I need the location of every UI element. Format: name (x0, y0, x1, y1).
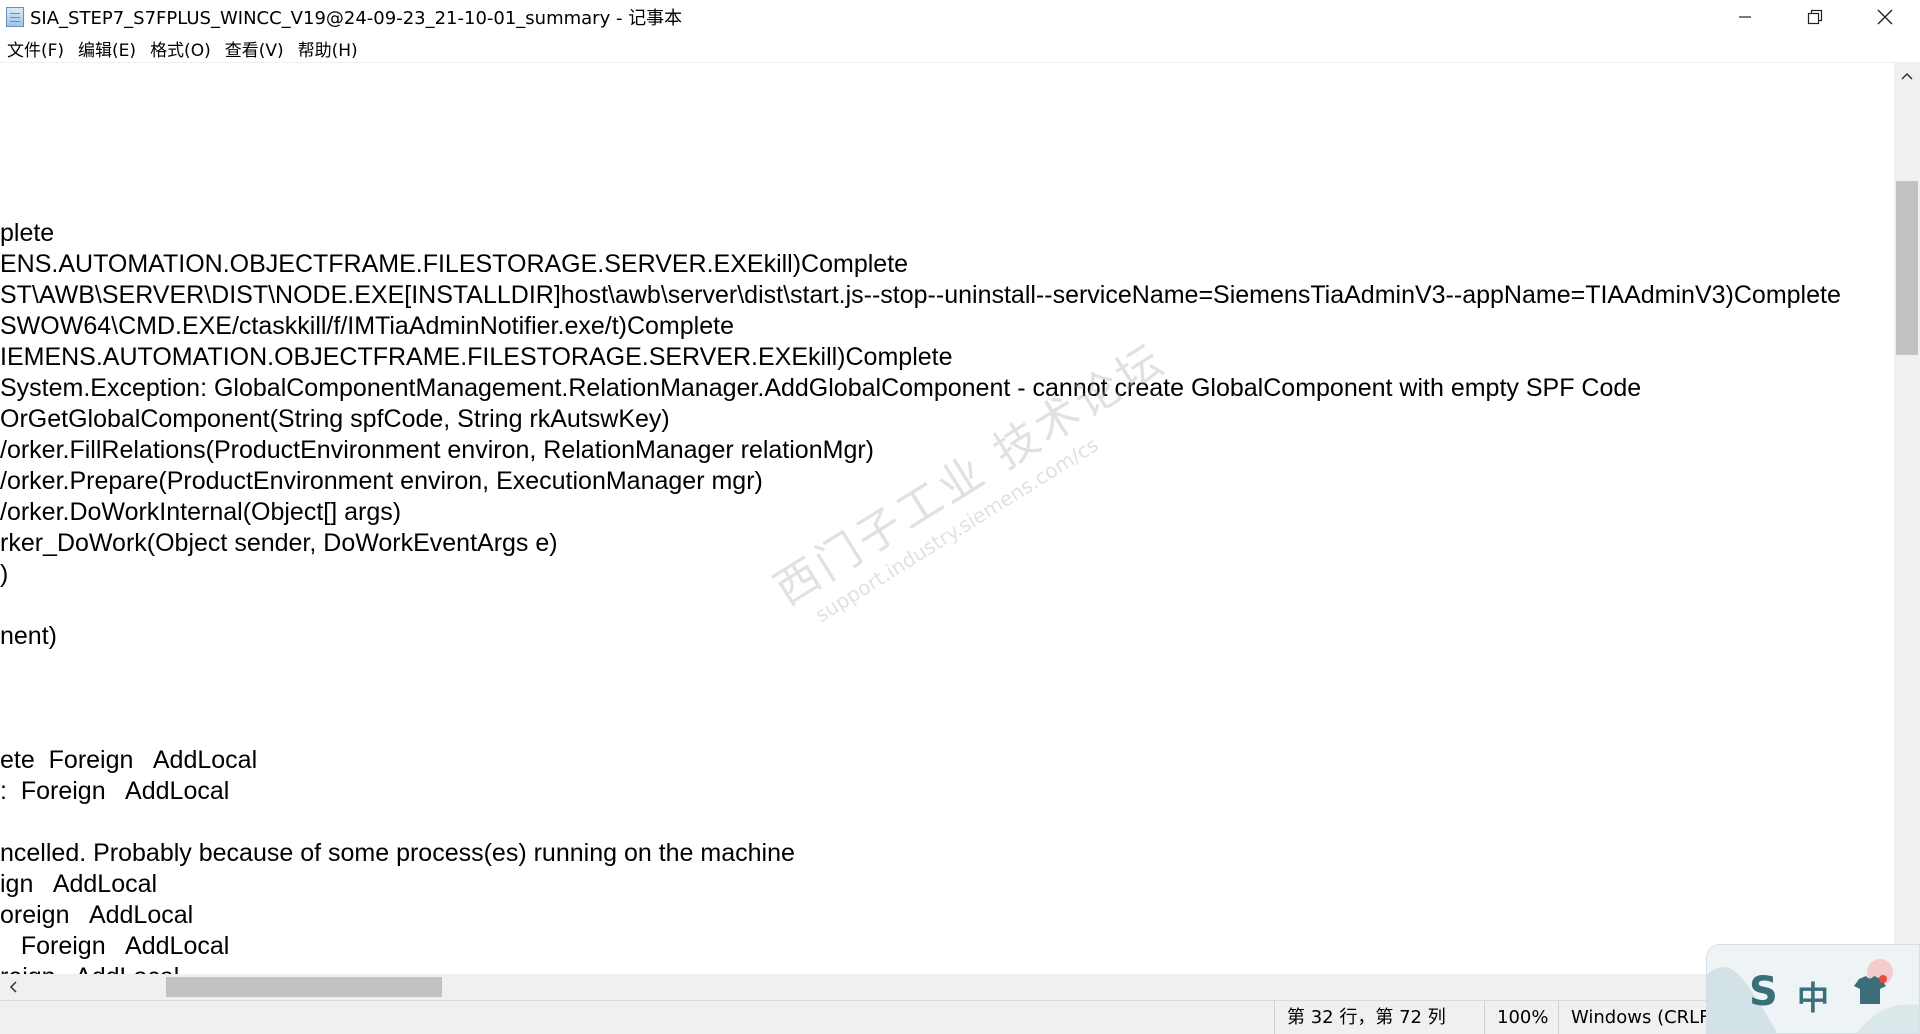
close-button[interactable] (1850, 0, 1920, 34)
text-line: ncelled. Probably because of some proces… (0, 839, 795, 867)
scroll-left-button[interactable] (0, 974, 26, 1000)
text-line: /orker.DoWorkInternal(Object[] args) (0, 498, 402, 526)
line-ending: Windows (CRLF) (1558, 1001, 1721, 1034)
text-line: ) (0, 560, 9, 588)
status-bar: 第 32 行，第 72 列 100% Windows (CRLF) (0, 1000, 1920, 1034)
chevron-left-icon (9, 981, 17, 993)
skin-icon[interactable] (1853, 975, 1887, 1005)
chevron-up-icon (1901, 72, 1913, 80)
text-line (0, 652, 1894, 683)
menu-file[interactable]: 文件(F) (0, 36, 71, 61)
text-line: Foreign AddLocal (0, 932, 230, 960)
menu-edit[interactable]: 编辑(E) (71, 36, 143, 61)
scroll-up-button[interactable] (1894, 63, 1920, 89)
horizontal-scroll-thumb[interactable] (166, 977, 442, 997)
text-line: ete Foreign AddLocal (0, 746, 258, 774)
menu-view[interactable]: 查看(V) (218, 36, 291, 61)
restore-icon (1807, 9, 1823, 25)
text-line (0, 714, 1894, 745)
close-icon (1877, 9, 1893, 25)
text-line: rker_DoWork(Object sender, DoWorkEventAr… (0, 529, 558, 557)
text-line: : Foreign AddLocal (0, 777, 230, 805)
text-line: oreign AddLocal (0, 901, 194, 929)
ime-logo[interactable]: S (1749, 969, 1778, 1015)
horizontal-scrollbar[interactable] (0, 974, 1894, 1000)
text-line: ST\AWB\SERVER\DIST\NODE.EXE[INSTALLDIR]h… (0, 281, 1841, 309)
text-line (0, 807, 1894, 838)
menu-bar: 文件(F) 编辑(E) 格式(O) 查看(V) 帮助(H) (0, 34, 1920, 63)
ime-mode-toggle[interactable]: 中 (1797, 973, 1829, 1019)
window-title: SIA_STEP7_S7FPLUS_WINCC_V19@24-09-23_21-… (30, 8, 683, 29)
ime-toolbar[interactable]: S 中 (1706, 944, 1920, 1034)
text-content: plete ENS.AUTOMATION.OBJECTFRAME.FILESTOR… (0, 218, 1894, 974)
text-line: System.Exception: GlobalComponentManagem… (0, 374, 1642, 402)
menu-help[interactable]: 帮助(H) (291, 36, 365, 61)
cursor-position: 第 32 行，第 72 列 (1274, 1001, 1487, 1034)
text-line (0, 590, 1894, 621)
text-line: plete (0, 219, 55, 247)
vertical-scroll-thumb[interactable] (1896, 181, 1918, 355)
minimize-button[interactable] (1710, 0, 1780, 34)
notepad-window: SIA_STEP7_S7FPLUS_WINCC_V19@24-09-23_21-… (0, 0, 1920, 1034)
text-line: IEMENS.AUTOMATION.OBJECTFRAME.FILESTORAG… (0, 343, 953, 371)
menu-format[interactable]: 格式(O) (143, 36, 218, 61)
text-line: ign AddLocal (0, 870, 158, 898)
text-line: OrGetGlobalComponent(String spfCode, Str… (0, 405, 670, 433)
text-line: /orker.Prepare(ProductEnvironment enviro… (0, 467, 763, 495)
text-editor[interactable]: plete ENS.AUTOMATION.OBJECTFRAME.FILESTOR… (0, 63, 1894, 974)
text-line: /orker.FillRelations(ProductEnvironment … (0, 436, 874, 464)
title-bar[interactable]: SIA_STEP7_S7FPLUS_WINCC_V19@24-09-23_21-… (0, 0, 1920, 34)
window-controls (1710, 0, 1920, 34)
text-line: nent) (0, 622, 57, 650)
text-line: ENS.AUTOMATION.OBJECTFRAME.FILESTORAGE.S… (0, 250, 909, 278)
maximize-button[interactable] (1780, 0, 1850, 34)
minimize-icon (1739, 16, 1751, 18)
vertical-scrollbar[interactable] (1894, 63, 1920, 974)
text-line: reign AddLocal (0, 962, 1894, 974)
text-line (0, 683, 1894, 714)
text-line: SWOW64\CMD.EXE/ctaskkill/f/IMTiaAdminNot… (0, 312, 734, 340)
notepad-icon (6, 7, 24, 27)
